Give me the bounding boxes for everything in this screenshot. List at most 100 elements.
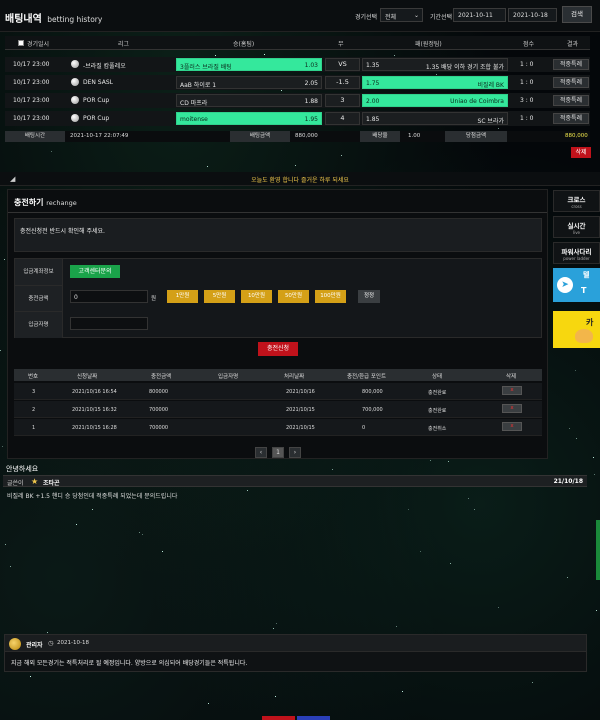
date-from-input[interactable]: 2021-10-11 bbox=[453, 8, 506, 22]
sidebar-item-live[interactable]: 실시간 live bbox=[553, 216, 600, 238]
depositor-input[interactable] bbox=[70, 317, 148, 330]
charge-history-row: 1 2021/10/15 16:28 700000 2021/10/15 0 충전취소 x bbox=[14, 419, 542, 436]
delete-row-button[interactable]: x bbox=[502, 386, 522, 395]
hist-status: 충전완료 bbox=[428, 408, 447, 414]
away-odd: 2.00 bbox=[366, 98, 380, 105]
charge-panel: 충전하기 rechange 충전신청전 반드시 확인해 주세요. 입금계좌정보 … bbox=[7, 189, 548, 459]
away-odd: 1.75 bbox=[366, 80, 380, 87]
draw-handicap[interactable]: -1.5 bbox=[325, 76, 360, 89]
divider bbox=[8, 212, 547, 213]
hist-point: 800,000 bbox=[362, 389, 383, 395]
amount-preset-button[interactable]: 5만원 bbox=[204, 290, 235, 303]
search-button[interactable]: 검색 bbox=[562, 6, 592, 23]
date-to-input[interactable]: 2021-10-18 bbox=[508, 8, 557, 22]
hist-req-date: 2021/10/16 16:54 bbox=[72, 389, 117, 395]
bottom-red-button[interactable] bbox=[262, 716, 295, 720]
bet-time-value: 2021-10-17 22:07:49 bbox=[70, 133, 129, 139]
bet-result-badge: 적중특례 bbox=[553, 77, 589, 88]
star-dot bbox=[575, 370, 576, 371]
telegram-text-2: T bbox=[581, 286, 587, 295]
star-dot bbox=[10, 566, 11, 567]
comment: 관리자 ◷ 2021-10-18 지금 해외 모든경기는 적특처리로 될 예정입… bbox=[4, 634, 587, 672]
hist-status: 충전완료 bbox=[428, 390, 447, 396]
customer-center-button[interactable]: 고객센터문의 bbox=[70, 265, 120, 278]
win-amount-label: 당첨금액 bbox=[445, 131, 507, 142]
star-dot bbox=[208, 703, 209, 704]
telegram-banner[interactable]: ➤ 텔 T bbox=[553, 268, 600, 302]
game-filter-value: 전체 bbox=[385, 14, 397, 21]
delete-row-button[interactable]: x bbox=[502, 404, 522, 413]
kakao-text: 카 bbox=[586, 318, 594, 327]
hcol-delete: 삭제 bbox=[506, 374, 517, 380]
sidebar-item-cross[interactable]: 크로스 cross bbox=[553, 190, 600, 212]
game-filter-select[interactable]: 전체 ⌄ bbox=[380, 8, 423, 22]
bottom-blue-button[interactable] bbox=[297, 716, 330, 720]
bet-amount-value: 880,000 bbox=[295, 133, 318, 139]
star-dot bbox=[162, 551, 163, 552]
delete-row-button[interactable]: x bbox=[502, 422, 522, 431]
amount-preset-button[interactable]: 50만원 bbox=[278, 290, 309, 303]
sidebar-item-power-ladder[interactable]: 파워사다리 power ladder bbox=[553, 242, 600, 264]
comment-body: 지금 해외 모든경기는 적특처리로 될 예정입니다. 양방으로 의심되어 배당경… bbox=[4, 652, 587, 672]
kakao-banner[interactable]: 카 bbox=[553, 311, 600, 348]
star-dot bbox=[275, 696, 276, 697]
draw-handicap[interactable]: VS bbox=[325, 58, 360, 71]
hist-proc-date: 2021/10/16 bbox=[286, 389, 315, 395]
comment-header: 관리자 ◷ 2021-10-18 bbox=[4, 634, 587, 652]
home-odd-button[interactable]: CD 마프라 1.88 bbox=[176, 94, 322, 107]
reset-amount-button[interactable]: 정정 bbox=[358, 290, 380, 303]
sidebar-item-label: 실시간 bbox=[567, 222, 586, 230]
sidebar-item-label: 크로스 bbox=[567, 196, 586, 204]
col-date: 경기일시 bbox=[27, 41, 50, 48]
home-odd-button[interactable]: moitense 1.95 bbox=[176, 112, 322, 125]
hist-proc-date: 2021/10/15 bbox=[286, 407, 315, 413]
game-filter-label: 경기선택 bbox=[355, 14, 378, 21]
away-odd-button[interactable]: 1.85 SC 브라가 bbox=[362, 112, 508, 125]
hist-point: 0 bbox=[362, 425, 366, 431]
page-prev-button[interactable]: ‹ bbox=[255, 447, 267, 458]
chevron-down-icon: ⌄ bbox=[413, 12, 419, 19]
charge-title: 충전하기 rechange bbox=[14, 197, 77, 208]
telegram-text-1: 텔 bbox=[583, 271, 590, 279]
hist-no: 2 bbox=[32, 407, 36, 413]
page-next-button[interactable]: › bbox=[289, 447, 301, 458]
star-dot bbox=[430, 460, 431, 461]
charge-title-en: rechange bbox=[46, 199, 77, 207]
away-odd-button[interactable]: 2.00 Uniao de Coimbra bbox=[362, 94, 508, 107]
select-all-checkbox[interactable] bbox=[18, 40, 24, 46]
page-1-button[interactable]: 1 bbox=[272, 447, 284, 458]
bet-score: 1 : 0 bbox=[520, 61, 534, 68]
home-team: moitense bbox=[180, 116, 208, 123]
draw-handicap[interactable]: 3 bbox=[325, 94, 360, 107]
delete-history-button[interactable]: 삭제 bbox=[571, 147, 591, 158]
amount-input[interactable]: 0 bbox=[70, 290, 148, 303]
bet-row: 10/17 23:00 DEN SASL AaB 하이로 1 2.05 -1.5 1.75… bbox=[5, 75, 590, 90]
bet-amount-label: 배팅금액 bbox=[230, 131, 290, 142]
hist-req-date: 2021/10/15 16:32 bbox=[72, 407, 117, 413]
bet-score: 1 : 0 bbox=[520, 115, 534, 122]
sidebar-item-sublabel: power ladder bbox=[563, 256, 590, 261]
charge-apply-button[interactable]: 충전신청 bbox=[258, 342, 298, 356]
home-team: AaB 하이로 1 bbox=[180, 82, 217, 89]
admin-avatar bbox=[9, 638, 21, 650]
amount-preset-button[interactable]: 10만원 bbox=[241, 290, 272, 303]
star-dot bbox=[0, 350, 1, 351]
star-dot bbox=[596, 610, 597, 611]
draw-handicap[interactable]: 4 bbox=[325, 112, 360, 125]
amount-preset-button[interactable]: 100만원 bbox=[315, 290, 346, 303]
depositor-label: 입금자명 bbox=[15, 311, 63, 338]
hist-no: 1 bbox=[32, 425, 36, 431]
star-dot bbox=[276, 623, 277, 624]
col-score: 점수 bbox=[523, 41, 535, 48]
sidebar-item-sublabel: cross bbox=[571, 204, 582, 209]
away-odd-button[interactable]: 1.75 비질레 BK bbox=[362, 76, 508, 89]
notice-text: 오늘도 환영 합니다 즐거운 하루 되세요 bbox=[251, 177, 349, 184]
hcol-depositor: 입금자명 bbox=[218, 374, 239, 380]
amount-preset-button[interactable]: 1만원 bbox=[167, 290, 198, 303]
star-dot bbox=[142, 534, 143, 535]
bet-league: POR Cup bbox=[83, 115, 110, 122]
away-odd-button[interactable]: 1.35 1.35 배당 이하 경기 조합 불가 bbox=[362, 58, 508, 71]
home-odd-button[interactable]: AaB 하이로 1 2.05 bbox=[176, 76, 322, 89]
history-title-en: betting history bbox=[47, 15, 103, 24]
home-odd-button[interactable]: 3플러스 브라질 배팅 1.03 bbox=[176, 58, 322, 71]
